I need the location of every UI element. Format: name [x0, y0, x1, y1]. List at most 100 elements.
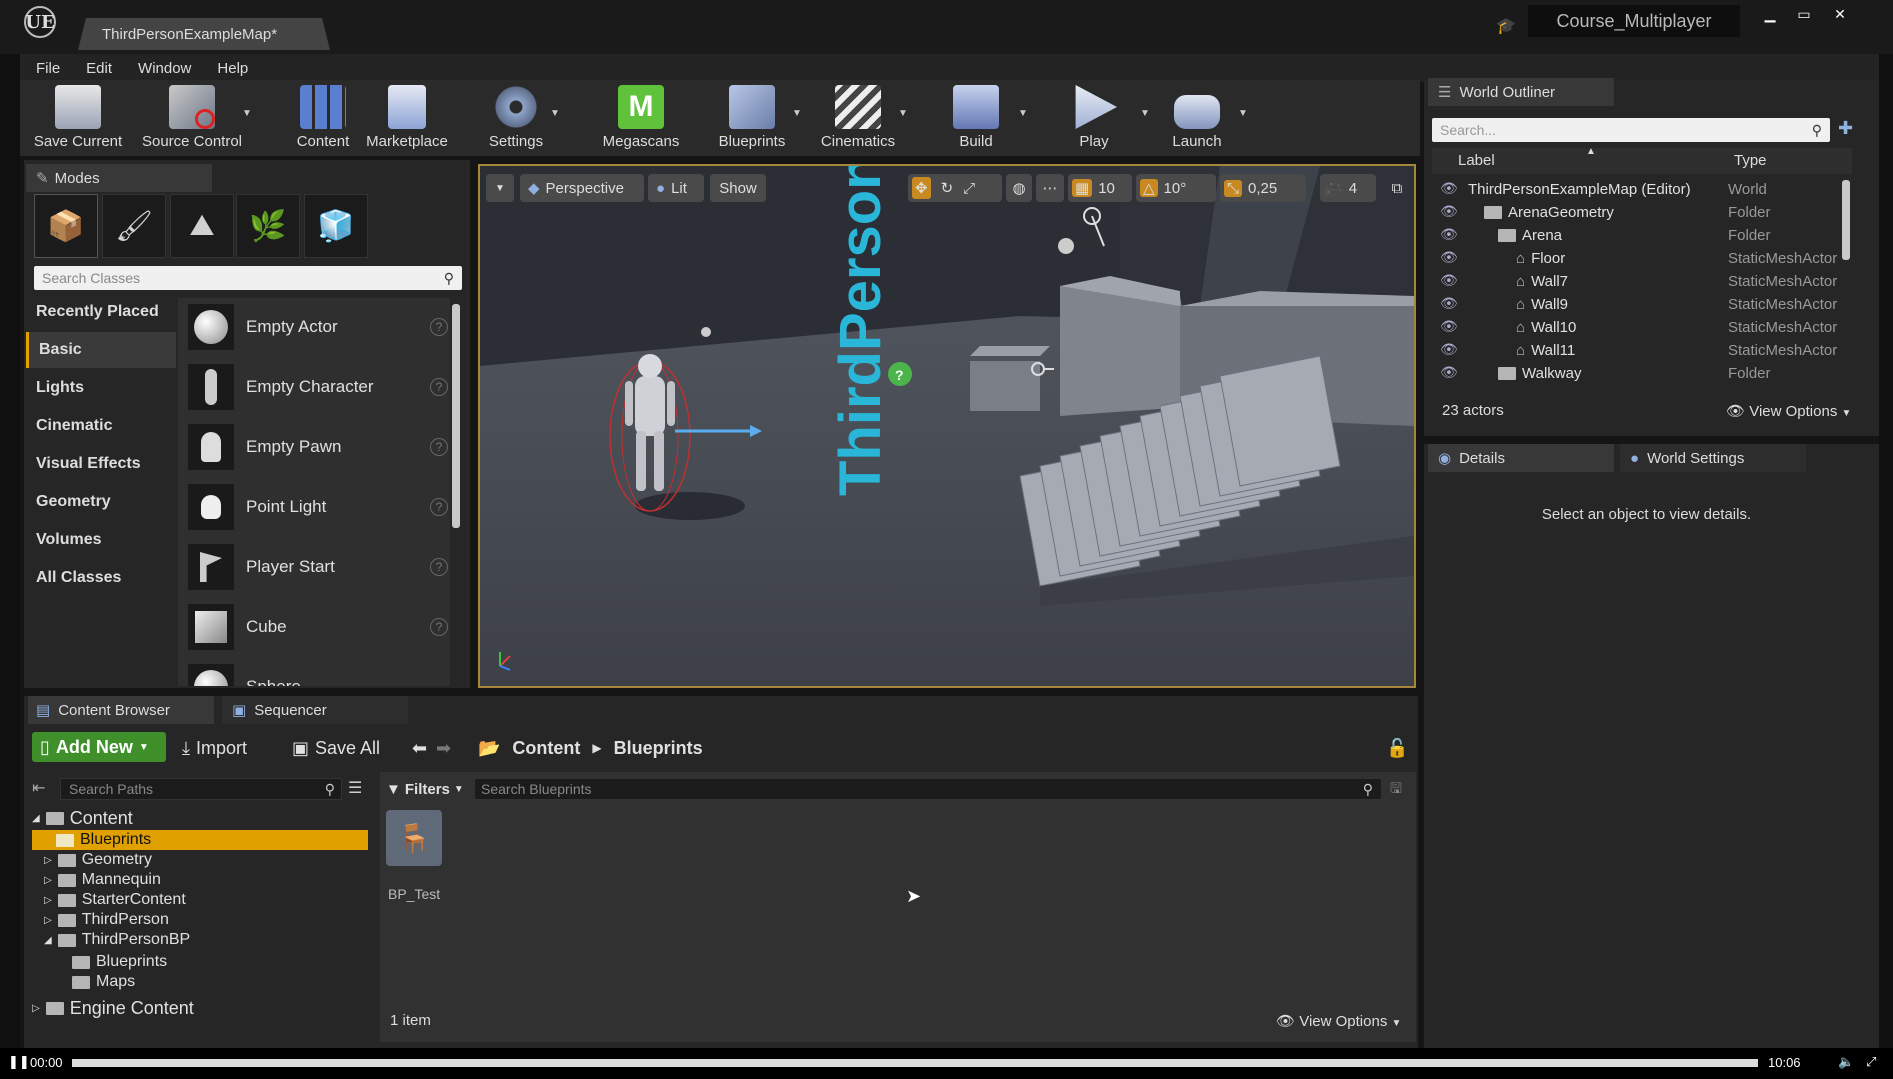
eye-icon[interactable]: 👁	[1440, 341, 1458, 358]
class-item-player-start[interactable]: Player Start ?	[188, 542, 448, 592]
column-type[interactable]: Type	[1734, 152, 1767, 169]
content-browser-view-options[interactable]: 👁 View Options ▼	[1276, 1012, 1401, 1030]
outliner-row[interactable]: 👁 ⌂ Wall10 StaticMeshActor	[1432, 316, 1852, 339]
build-button[interactable]: Build	[950, 82, 1002, 156]
class-item-empty-character[interactable]: Empty Character ?	[188, 362, 448, 412]
tree-item-engine-content[interactable]: ▷ Engine Content	[32, 998, 194, 1018]
class-item-empty-pawn[interactable]: Empty Pawn ?	[188, 422, 448, 472]
save-search-icon[interactable]: 🖫	[1390, 778, 1402, 802]
settings-button[interactable]: Settings	[478, 82, 554, 156]
surface-snap-icon[interactable]: ⋯	[1036, 174, 1064, 202]
back-button[interactable]: ⬅	[412, 734, 427, 762]
help-icon[interactable]: ?	[430, 318, 448, 336]
outliner-row[interactable]: 👁 ⌂ Wall7 StaticMeshActor	[1432, 270, 1852, 293]
eye-icon[interactable]: 👁	[1440, 318, 1458, 335]
tab-details[interactable]: ◉ Details	[1428, 444, 1614, 472]
blueprints-dropdown-icon[interactable]: ▼	[792, 108, 802, 119]
collapse-paths-icon[interactable]: ⇤	[32, 778, 45, 798]
eye-icon[interactable]: 👁	[1440, 272, 1458, 289]
video-progress-track[interactable]	[72, 1059, 1758, 1067]
eye-icon[interactable]: 👁	[1440, 203, 1458, 220]
marketplace-button[interactable]: Marketplace	[362, 82, 452, 156]
viewport-options-button[interactable]: ▼	[486, 174, 514, 202]
bp-test-asset-thumbnail[interactable]: 🪑	[386, 810, 442, 866]
eye-icon[interactable]: 👁	[1440, 295, 1458, 312]
tree-item-maps[interactable]: Maps	[72, 972, 135, 992]
tree-item-mannequin[interactable]: ▷ Mannequin	[44, 870, 161, 890]
breadcrumb-blueprints[interactable]: Blueprints	[614, 738, 703, 759]
source-control-button[interactable]: Source Control	[136, 82, 248, 156]
tab-sequencer[interactable]: ▣ Sequencer	[222, 696, 408, 724]
tree-item-geometry[interactable]: ▷ Geometry	[44, 850, 152, 870]
outliner-row[interactable]: 👁 Arena Folder	[1432, 224, 1852, 247]
outliner-row[interactable]: 👁 ArenaGeometry Folder	[1432, 201, 1852, 224]
outliner-view-options[interactable]: 👁 View Options ▼	[1726, 402, 1851, 420]
category-lights[interactable]: Lights	[26, 370, 176, 406]
perspective-button[interactable]: ◆ Perspective	[520, 174, 644, 202]
settings-dropdown-icon[interactable]: ▼	[550, 108, 560, 119]
cinematics-dropdown-icon[interactable]: ▼	[898, 108, 908, 119]
category-geometry[interactable]: Geometry	[26, 484, 176, 520]
filters-button[interactable]: ▼ Filters ▼	[386, 778, 466, 800]
translate-icon[interactable]: ✥	[912, 177, 931, 199]
eye-icon[interactable]: 👁	[1440, 364, 1458, 381]
tree-item-content[interactable]: ◢ Content	[32, 808, 133, 828]
lock-icon[interactable]: 🔓	[1386, 734, 1408, 762]
paths-menu-icon[interactable]: ☰	[348, 778, 362, 798]
level-viewport[interactable]: ThirdPerson ?	[478, 164, 1416, 688]
help-icon[interactable]: ?	[430, 378, 448, 396]
add-filter-icon[interactable]: ✚	[1838, 118, 1853, 139]
help-icon[interactable]: ?	[430, 558, 448, 576]
save-all-button[interactable]: ▣ Save All	[292, 734, 380, 762]
outliner-row[interactable]: 👁 ⌂ Floor StaticMeshActor	[1432, 247, 1852, 270]
menu-file[interactable]: File	[36, 60, 60, 77]
content-button[interactable]: Content	[290, 82, 356, 156]
megascans-button[interactable]: M Megascans	[592, 82, 690, 156]
menu-window[interactable]: Window	[138, 60, 191, 77]
help-icon[interactable]: ?	[430, 618, 448, 636]
tree-item-thirdpersonbp-blueprints[interactable]: Blueprints	[72, 952, 167, 972]
scale-icon[interactable]: ⤢	[963, 180, 975, 197]
level-tab[interactable]: ThirdPersonExampleMap*	[78, 18, 330, 50]
close-button[interactable]: ✕	[1824, 4, 1856, 24]
landscape-mode-button[interactable]: ⛰	[170, 194, 234, 258]
play-button[interactable]: Play	[1066, 82, 1122, 156]
paint-mode-button[interactable]: 🖌	[102, 194, 166, 258]
bp-test-asset-name[interactable]: BP_Test	[388, 886, 440, 902]
play-dropdown-icon[interactable]: ▼	[1140, 108, 1150, 119]
tab-content-browser[interactable]: ▤ Content Browser	[28, 696, 214, 724]
eye-icon[interactable]: 👁	[1440, 180, 1458, 197]
forward-button[interactable]: ➡	[436, 734, 451, 762]
category-all-classes[interactable]: All Classes	[26, 560, 176, 596]
graduation-cap-icon[interactable]: 🎓	[1496, 16, 1518, 35]
menu-edit[interactable]: Edit	[86, 60, 112, 77]
category-visual-effects[interactable]: Visual Effects	[26, 446, 176, 482]
outliner-row[interactable]: 👁 ⌂ Wall9 StaticMeshActor	[1432, 293, 1852, 316]
save-current-button[interactable]: Save Current	[28, 82, 128, 156]
tree-item-startercontent[interactable]: ▷ StarterContent	[44, 890, 186, 910]
category-recently-placed[interactable]: Recently Placed	[26, 294, 176, 330]
place-mode-button[interactable]: 📦	[34, 194, 98, 258]
class-item-cube[interactable]: Cube ?	[188, 602, 448, 652]
search-icon[interactable]: ⚲	[1363, 781, 1373, 798]
class-item-empty-actor[interactable]: Empty Actor ?	[188, 302, 448, 352]
search-classes-input[interactable]: Search Classes ⚲	[34, 266, 462, 290]
rotate-icon[interactable]: ↻	[941, 179, 954, 197]
foliage-mode-button[interactable]: 🌿	[236, 194, 300, 258]
class-item-point-light[interactable]: Point Light ?	[188, 482, 448, 532]
scale-snap-button[interactable]: ⤡ 0,25	[1220, 174, 1306, 202]
tab-world-outliner[interactable]: ☰ World Outliner	[1428, 78, 1614, 106]
minimize-button[interactable]: ▁	[1754, 4, 1786, 24]
maximize-viewport-icon[interactable]: ⧉	[1384, 174, 1410, 202]
outliner-row[interactable]: 👁 ⌂ Wall11 StaticMeshActor	[1432, 339, 1852, 362]
launch-dropdown-icon[interactable]: ▼	[1238, 108, 1248, 119]
volume-icon[interactable]: 🔈	[1838, 1054, 1854, 1070]
category-cinematic[interactable]: Cinematic	[26, 408, 176, 444]
class-list-scrollbar[interactable]	[452, 304, 460, 528]
eye-icon[interactable]: 👁	[1440, 249, 1458, 266]
search-icon[interactable]: ⚲	[444, 270, 454, 287]
tab-modes[interactable]: ✎ Modes	[26, 164, 212, 192]
lit-button[interactable]: ● Lit	[648, 174, 704, 202]
rotation-snap-button[interactable]: △ 10°	[1136, 174, 1216, 202]
outliner-row[interactable]: 👁 Walkway Folder	[1432, 362, 1852, 385]
